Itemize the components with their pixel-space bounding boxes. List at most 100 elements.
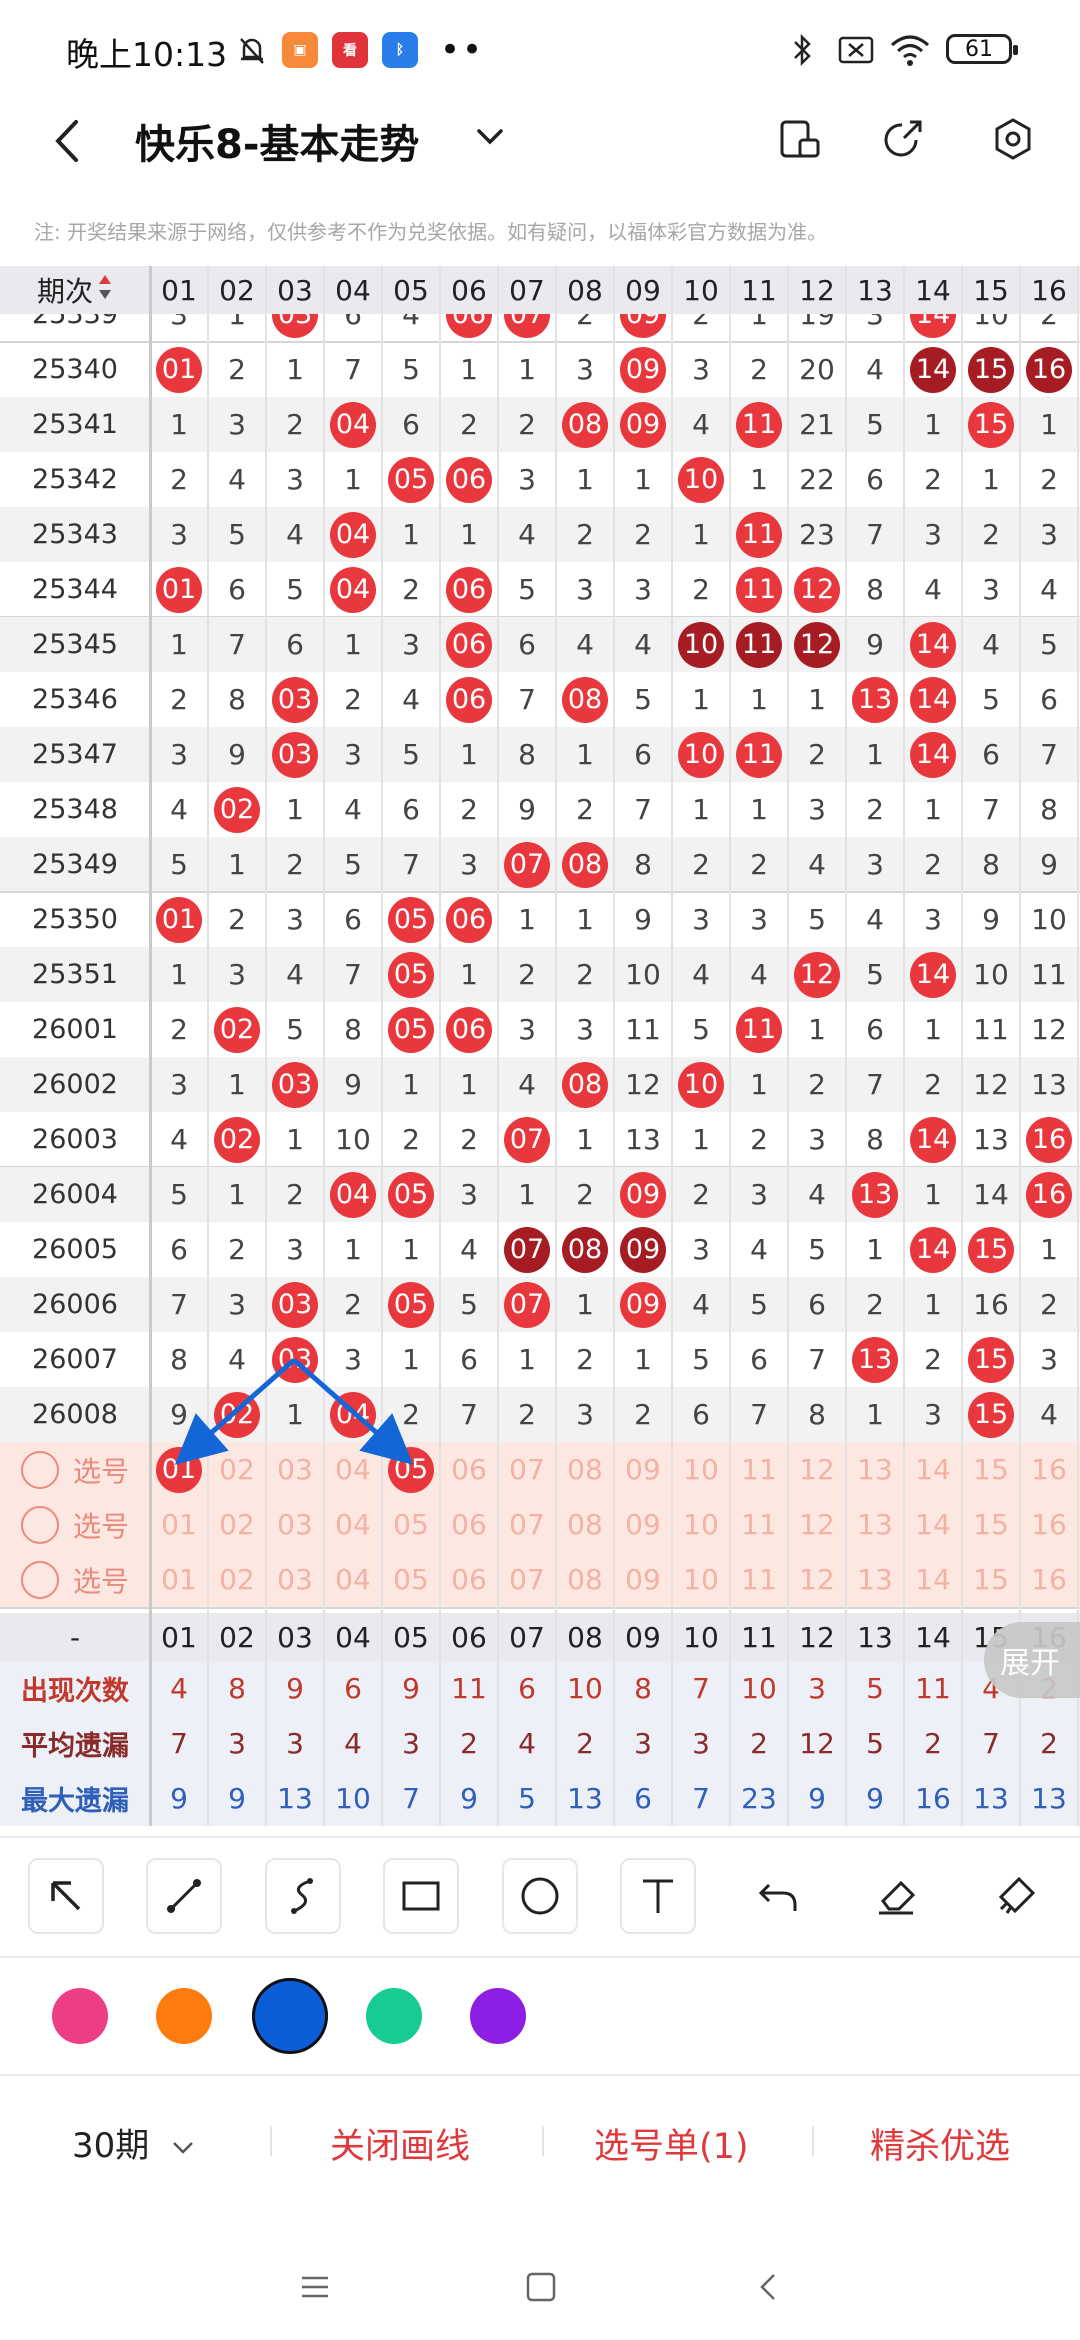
select-number[interactable]: 01 [150,1497,208,1552]
select-number[interactable]: 10 [672,1442,730,1497]
eraser-icon[interactable] [858,1858,934,1934]
settings-icon[interactable] [990,116,1036,162]
rectangle-tool-icon[interactable] [383,1858,459,1934]
select-number[interactable]: 05 [382,1552,440,1607]
trend-cell: 12 [625,1068,661,1101]
stats-value: 6 [344,1672,362,1705]
select-number[interactable]: 14 [904,1552,962,1607]
column-header: 08 [567,273,603,307]
color-swatch[interactable] [156,1988,212,2044]
select-number[interactable]: 14 [904,1497,962,1552]
select-number[interactable]: 13 [846,1442,904,1497]
select-arrow-tool-icon[interactable] [28,1858,104,1934]
trend-cell: 08 [556,837,614,892]
optimize-button[interactable]: 精杀优选 [870,2118,1010,2169]
close-lines-button[interactable]: 关闭画线 [330,2118,470,2169]
color-swatch[interactable] [470,1988,526,2044]
radio-circle-icon[interactable] [20,1450,59,1489]
circle-tool-icon[interactable] [502,1858,578,1934]
curve-tool-icon[interactable] [265,1858,341,1934]
select-number[interactable]: 09 [614,1497,672,1552]
undo-icon[interactable] [740,1858,816,1934]
trend-cell: 07 [498,1277,556,1332]
select-number[interactable]: 16 [1020,1552,1078,1607]
select-number[interactable]: 07 [498,1442,556,1497]
expand-button[interactable]: 展开 [984,1622,1080,1698]
selected-number-ball[interactable]: 05 [388,1446,434,1493]
select-number[interactable]: 04 [324,1442,382,1497]
select-number[interactable]: 02 [208,1497,266,1552]
select-number[interactable]: 09 [614,1552,672,1607]
select-number[interactable]: 04 [324,1497,382,1552]
drawn-number-ball: 05 [388,456,434,503]
select-number[interactable]: 12 [788,1442,846,1497]
line-tool-icon[interactable] [146,1858,222,1934]
sort-icon[interactable] [97,272,113,309]
select-number[interactable]: 02 [208,1552,266,1607]
select-number[interactable]: 03 [266,1442,324,1497]
select-number[interactable]: 05 [382,1442,440,1497]
select-number[interactable]: 08 [556,1552,614,1607]
select-number[interactable]: 11 [730,1442,788,1497]
select-number[interactable]: 01 [150,1552,208,1607]
system-nav-bar [0,2210,1080,2340]
select-number[interactable]: 08 [556,1497,614,1552]
select-number-label: 14 [915,1563,951,1596]
select-number[interactable]: 10 [672,1552,730,1607]
select-number[interactable]: 13 [846,1552,904,1607]
select-number[interactable]: 03 [266,1552,324,1607]
select-number[interactable]: 07 [498,1497,556,1552]
select-number[interactable]: 08 [556,1442,614,1497]
select-number[interactable]: 11 [730,1552,788,1607]
selected-number-ball[interactable]: 01 [156,1446,202,1493]
select-number-label: 06 [451,1508,487,1541]
period-selector[interactable]: 30期 [72,2118,198,2167]
drawn-number-ball: 15 [968,1226,1014,1273]
select-number[interactable]: 09 [614,1442,672,1497]
share-icon[interactable] [880,116,926,162]
column-header: 09 [625,273,661,307]
trend-cell: 10 [672,727,730,782]
text-tool-icon[interactable] [620,1858,696,1934]
select-number[interactable]: 12 [788,1497,846,1552]
select-number[interactable]: 15 [962,1442,1020,1497]
back-button[interactable] [48,116,88,166]
select-number[interactable]: 04 [324,1552,382,1607]
chevron-down-icon[interactable] [470,116,510,156]
selection-list-button[interactable]: 选号单(1) [594,2118,749,2169]
column-header: 14 [915,273,951,307]
back-nav-icon[interactable] [752,2270,786,2304]
select-number[interactable]: 03 [266,1497,324,1552]
select-number[interactable]: 07 [498,1552,556,1607]
select-number[interactable]: 02 [208,1442,266,1497]
select-number[interactable]: 10 [672,1497,730,1552]
select-number[interactable]: 06 [440,1442,498,1497]
menu-icon[interactable] [298,2270,332,2304]
color-swatch[interactable] [366,1988,422,2044]
select-number[interactable]: 13 [846,1497,904,1552]
home-icon[interactable] [524,2270,558,2304]
select-row-toggle[interactable]: 选号 [0,1442,150,1497]
select-row-toggle[interactable]: 选号 [0,1497,150,1552]
select-number[interactable]: 05 [382,1497,440,1552]
select-number[interactable]: 16 [1020,1497,1078,1552]
select-number[interactable]: 12 [788,1552,846,1607]
radio-circle-icon[interactable] [20,1560,59,1599]
select-number[interactable]: 06 [440,1497,498,1552]
radio-circle-icon[interactable] [20,1505,59,1544]
select-number[interactable]: 01 [150,1442,208,1497]
select-number[interactable]: 14 [904,1442,962,1497]
clear-brush-icon[interactable] [978,1858,1054,1934]
color-swatch[interactable] [252,1978,328,2054]
select-row-toggle[interactable]: 选号 [0,1552,150,1607]
select-number[interactable]: 15 [962,1497,1020,1552]
select-number[interactable]: 06 [440,1552,498,1607]
color-swatch[interactable] [52,1988,108,2044]
page-title[interactable]: 快乐8-基本走势 [135,112,419,170]
issue-column-header[interactable]: 期次 [0,266,150,314]
select-number[interactable]: 15 [962,1552,1020,1607]
table-row: 26006 7 3 03 2 05 5 07 1 09 4 5 6 2 1 16 2 [0,1277,1080,1332]
select-number[interactable]: 16 [1020,1442,1078,1497]
layout-toggle-icon[interactable] [776,116,822,162]
select-number[interactable]: 11 [730,1497,788,1552]
